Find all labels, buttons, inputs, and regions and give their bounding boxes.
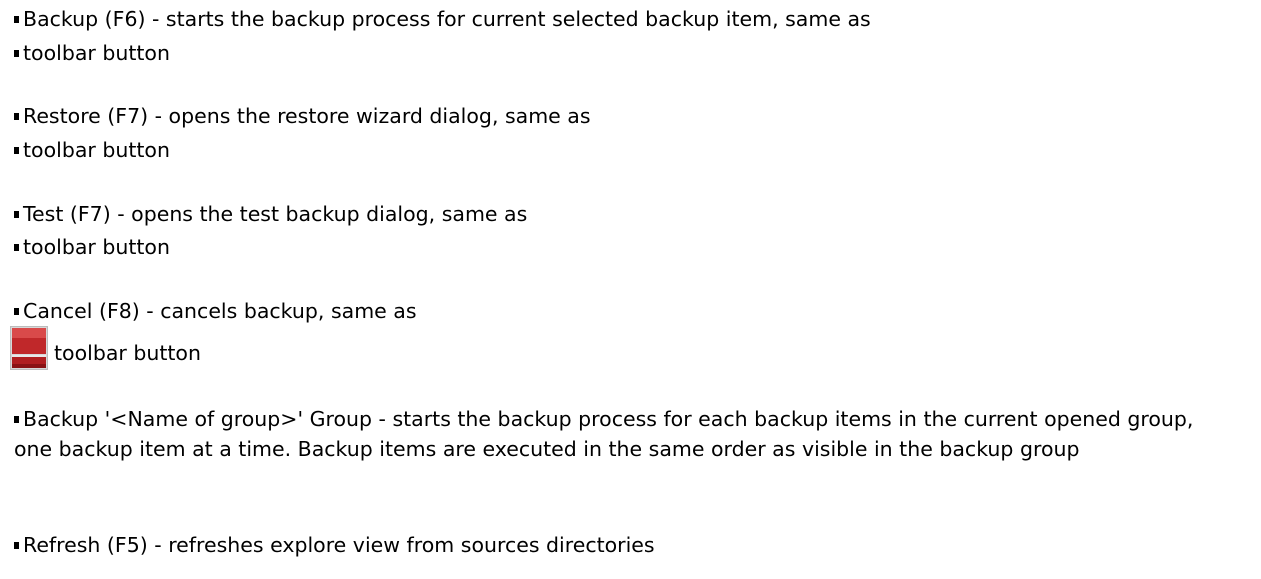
bullet-icon (14, 113, 19, 120)
backup-item-text: Backup (F6) - starts the backup process … (23, 7, 871, 31)
toolbar-button-text: toolbar button (54, 341, 201, 365)
bullet-icon (14, 147, 19, 154)
bullet-icon (14, 16, 19, 23)
backup-group-text: Backup '<Name of group>' Group - starts … (14, 407, 1194, 461)
cancel-item-line: Cancel (F8) - cancels backup, same as (14, 297, 417, 325)
test-toolbar-line: toolbar button (14, 233, 170, 261)
backup-group-paragraph: Backup '<Name of group>' Group - starts … (14, 404, 1234, 464)
toolbar-button-text: toolbar button (23, 235, 170, 259)
cancel-stop-icon (10, 326, 48, 370)
restore-item-line: Restore (F7) - opens the restore wizard … (14, 102, 591, 130)
restore-item-text: Restore (F7) - opens the restore wizard … (23, 104, 591, 128)
bullet-icon (14, 416, 19, 423)
test-item-text: Test (F7) - opens the test backup dialog… (23, 202, 528, 226)
bullet-icon (14, 211, 19, 218)
toolbar-button-text: toolbar button (23, 138, 170, 162)
cancel-item-text: Cancel (F8) - cancels backup, same as (23, 299, 417, 323)
test-item-line: Test (F7) - opens the test backup dialog… (14, 200, 527, 228)
toolbar-button-text: toolbar button (23, 41, 170, 65)
bullet-icon (14, 244, 19, 251)
restore-toolbar-line: toolbar button (14, 136, 170, 164)
bullet-icon (14, 50, 19, 57)
refresh-item-line: Refresh (F5) - refreshes explore view fr… (14, 531, 655, 559)
backup-toolbar-line: toolbar button (14, 39, 170, 67)
refresh-item-text: Refresh (F5) - refreshes explore view fr… (23, 533, 655, 557)
bullet-icon (14, 308, 19, 315)
bullet-icon (14, 542, 19, 549)
backup-item-line: Backup (F6) - starts the backup process … (14, 5, 871, 33)
